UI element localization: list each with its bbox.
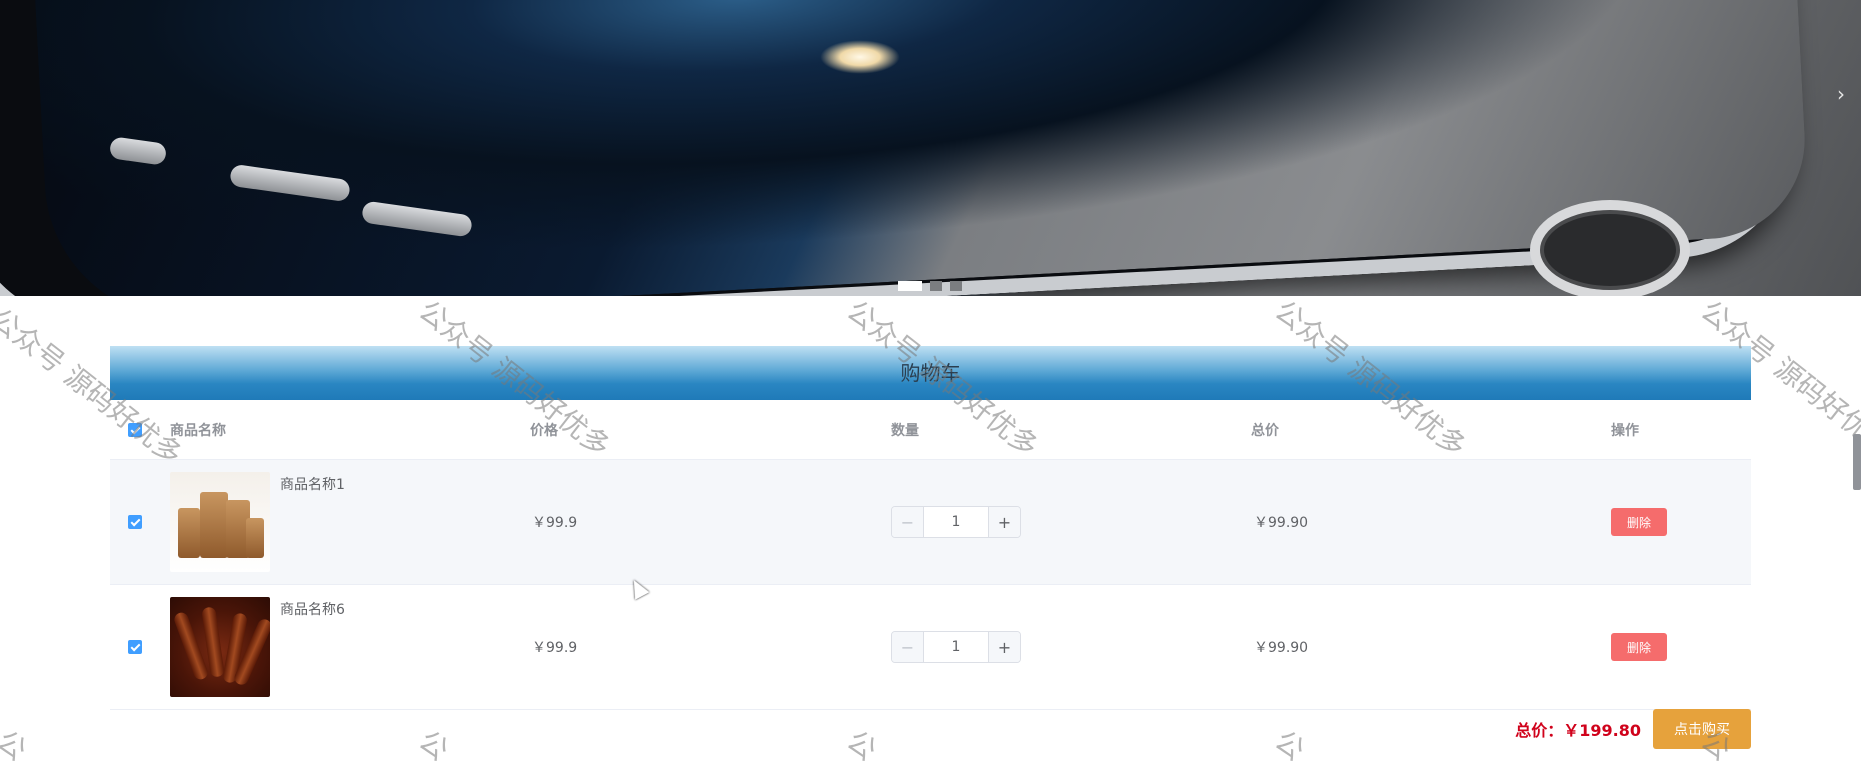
carousel-dot[interactable] — [950, 281, 962, 291]
quantity-input[interactable] — [924, 632, 988, 662]
quantity-cell: − + — [891, 585, 1021, 709]
product-name[interactable]: 商品名称1 — [280, 474, 345, 494]
watermark: 公 — [412, 723, 455, 768]
action-cell: 删除 — [1611, 585, 1667, 709]
quantity-stepper: − + — [891, 631, 1021, 663]
increase-quantity-button[interactable]: + — [988, 632, 1020, 662]
select-all-cell — [128, 400, 142, 459]
delete-button[interactable]: 删除 — [1611, 508, 1667, 536]
watermark: 公 — [1268, 723, 1311, 768]
carousel-dot[interactable] — [898, 281, 922, 291]
quantity-stepper: − + — [891, 506, 1021, 538]
carousel-next-icon[interactable]: › — [1827, 80, 1855, 108]
decrease-quantity-button[interactable]: − — [892, 632, 924, 662]
quantity-cell: − + — [891, 460, 1021, 584]
watermark: 公 — [0, 723, 33, 768]
row-select-cell — [128, 585, 142, 709]
carousel-dot[interactable] — [930, 281, 942, 291]
product-image-cell — [170, 460, 270, 584]
page-scrollbar[interactable] — [1853, 434, 1861, 490]
product-price: ￥99.9 — [532, 515, 578, 531]
row-checkbox[interactable] — [128, 640, 142, 654]
cart-footer: 总价：￥199.80 点击购买 — [1515, 709, 1751, 749]
cart-total: 总价：￥199.80 — [1515, 721, 1641, 740]
decrease-quantity-button[interactable]: − — [892, 507, 924, 537]
shopping-cart: 购物车 商品名称 价格 数量 总价 操作 商品名称1 ￥99.9 − 1 + ￥… — [110, 346, 1751, 749]
product-image[interactable] — [170, 597, 270, 697]
product-total: ￥99.90 — [1254, 515, 1309, 531]
increase-quantity-button[interactable]: + — [988, 507, 1020, 537]
quantity-input[interactable] — [924, 507, 988, 537]
column-header-name: 商品名称 — [170, 422, 226, 439]
action-cell: 删除 — [1611, 460, 1667, 584]
product-image[interactable] — [170, 472, 270, 572]
product-total: ￥99.90 — [1254, 640, 1309, 656]
buy-button[interactable]: 点击购买 — [1653, 709, 1751, 749]
product-name[interactable]: 商品名称6 — [280, 599, 345, 619]
cart-title: 购物车 — [110, 346, 1751, 400]
carousel-indicators — [898, 281, 962, 291]
phone-home-button — [1530, 200, 1690, 296]
column-header-price: 价格 — [530, 422, 558, 439]
cart-table-header: 商品名称 价格 数量 总价 操作 — [110, 400, 1751, 460]
column-header-total: 总价 — [1251, 422, 1279, 439]
watermark: 公 — [840, 723, 883, 768]
table-row: 商品名称6 ￥99.9 − + ￥99.90 删除 — [110, 585, 1751, 710]
table-row: 商品名称1 ￥99.9 − + ￥99.90 删除 — [110, 460, 1751, 585]
banner-carousel: › — [0, 0, 1861, 296]
delete-button[interactable]: 删除 — [1611, 633, 1667, 661]
row-checkbox[interactable] — [128, 515, 142, 529]
column-header-qty: 数量 — [891, 422, 919, 439]
select-all-checkbox[interactable] — [128, 422, 142, 437]
galaxy-glow — [820, 40, 900, 74]
product-price: ￥99.9 — [532, 640, 578, 656]
product-image-cell — [170, 585, 270, 709]
row-select-cell — [128, 460, 142, 584]
column-header-action: 操作 — [1611, 422, 1639, 439]
